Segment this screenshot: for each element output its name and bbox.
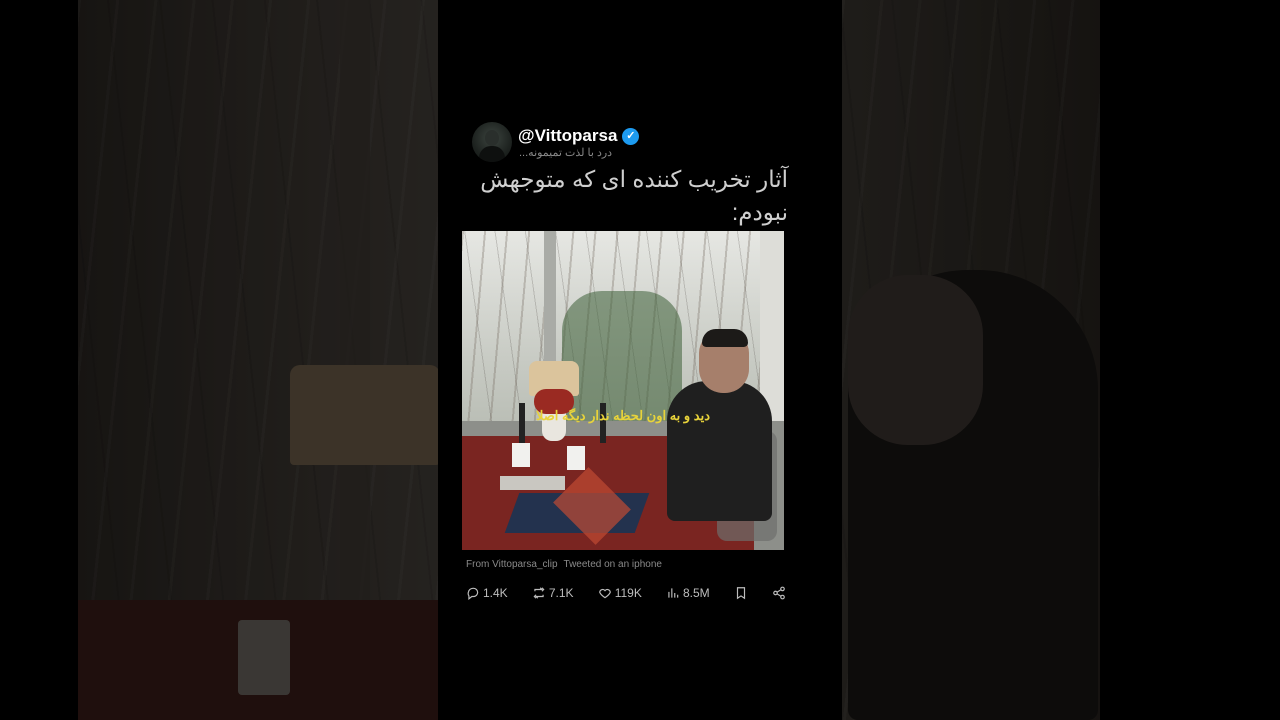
tweet-media[interactable]: دید و به اون لحظه ندار دیگه اصلا <box>462 231 784 550</box>
media-cup <box>567 446 585 470</box>
video-frame: دیگه اصلا @Vittoparsa ✓ درد با لذت تمیمو… <box>0 0 1280 720</box>
avatar[interactable] <box>472 122 512 162</box>
user-handle-row[interactable]: @Vittoparsa ✓ <box>518 126 640 146</box>
heart-icon <box>598 586 612 600</box>
user-bio: درد با لذت تمیمونه... <box>519 147 613 159</box>
avatar-head <box>485 130 499 146</box>
tweet-source: From Vittoparsa_clip Tweeted on an iphon… <box>466 559 786 570</box>
retweet-icon <box>532 586 546 600</box>
like-count: 119K <box>614 586 642 600</box>
tweet-actions: 1.4K 7.1K 119K 8.5M <box>466 583 786 603</box>
media-person-body <box>667 381 772 521</box>
source-account[interactable]: From Vittoparsa_clip <box>466 559 558 570</box>
views-count: 8.5M <box>682 586 710 600</box>
source-client: Tweeted on an iphone <box>563 559 662 570</box>
share-icon <box>772 586 786 600</box>
tweet-header: @Vittoparsa ✓ درد با لذت تمیمونه... <box>472 122 792 162</box>
bar-chart-icon <box>666 586 680 600</box>
reply-icon <box>466 586 480 600</box>
like-button[interactable]: 119K <box>598 586 642 600</box>
tweet-text: آثار تخریب کننده ای که متوجهش نبودم: <box>480 166 788 225</box>
share-button[interactable] <box>772 586 786 600</box>
bookmark-button[interactable] <box>734 586 748 600</box>
views-button[interactable]: 8.5M <box>666 586 710 600</box>
media-subtitle: دید و به اون لحظه ندار دیگه اصلا <box>535 408 711 423</box>
user-handle[interactable]: @Vittoparsa <box>518 126 617 146</box>
media-person-hair <box>702 329 748 347</box>
bookmark-icon <box>734 586 748 600</box>
reply-count: 1.4K <box>483 586 508 600</box>
retweet-button[interactable]: 7.1K <box>532 586 574 600</box>
reply-button[interactable]: 1.4K <box>466 586 508 600</box>
media-cup <box>512 443 530 467</box>
avatar-body <box>479 146 505 162</box>
media-book <box>500 476 565 490</box>
retweet-count: 7.1K <box>548 586 574 600</box>
verified-badge-icon: ✓ <box>622 127 640 145</box>
